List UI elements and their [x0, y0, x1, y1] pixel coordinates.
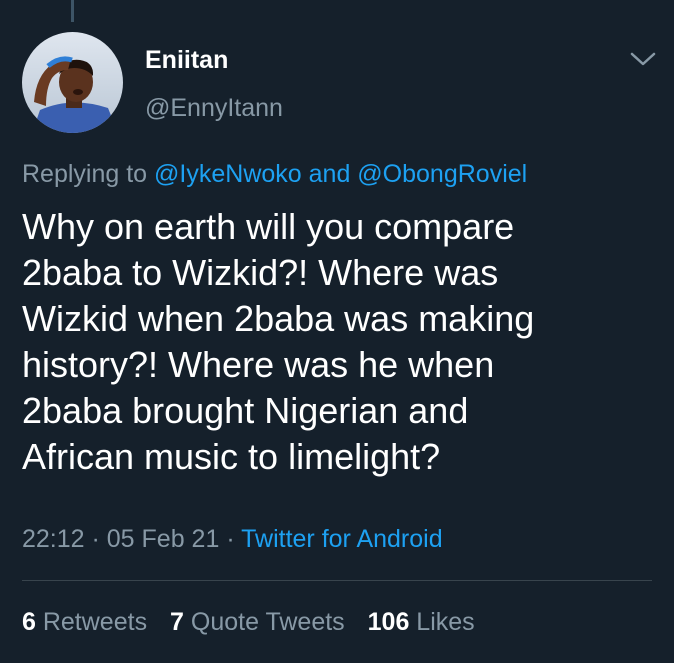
avatar[interactable]: [22, 32, 123, 133]
tweet-date[interactable]: 05 Feb 21: [107, 525, 220, 553]
tweet-source-link[interactable]: Twitter for Android: [241, 525, 442, 553]
replying-to: Replying to @IykeNwoko and @ObongRoviel: [22, 158, 527, 190]
meta-separator: ·: [84, 525, 107, 553]
author-handle[interactable]: @EnnyItann: [145, 93, 283, 123]
quote-tweets-label: Quote Tweets: [183, 608, 345, 636]
quote-tweets-count: 7: [170, 608, 184, 636]
quote-tweets-stat[interactable]: 7 Quote Tweets: [170, 608, 345, 636]
chevron-down-icon: [630, 52, 656, 66]
mention-link-iykenwoko[interactable]: @IykeNwoko: [154, 160, 302, 188]
mention-link-obongroviel[interactable]: @ObongRoviel: [357, 160, 527, 188]
retweets-stat[interactable]: 6 Retweets: [22, 608, 147, 636]
tweet-meta: 22:12 · 05 Feb 21 · Twitter for Android: [22, 523, 443, 555]
author-display-name[interactable]: Eniitan: [145, 45, 228, 75]
likes-count: 106: [367, 608, 410, 636]
likes-stat[interactable]: 106 Likes: [368, 608, 475, 636]
tweet-text-line: African music to limelight?: [22, 436, 441, 477]
meta-separator: ·: [219, 525, 242, 553]
retweets-count: 6: [22, 608, 36, 636]
likes-label: Likes: [409, 608, 475, 636]
thread-connector-line: [71, 0, 74, 22]
tweet-text: Why on earth will you compare 2baba to W…: [22, 204, 652, 480]
tweet-text-line: Why on earth will you compare: [22, 206, 515, 247]
tweet-text-line: Wizkid when 2baba was making: [22, 298, 535, 339]
tweet-time[interactable]: 22:12: [22, 525, 85, 553]
divider: [22, 580, 652, 581]
tweet-text-line: 2baba brought Nigerian and: [22, 390, 469, 431]
tweet-text-line: 2baba to Wizkid?! Where was: [22, 252, 499, 293]
avatar-image: [22, 32, 123, 133]
replying-to-joiner: and: [301, 160, 358, 188]
replying-to-prefix: Replying to: [22, 160, 155, 188]
tweet-stats: 6 Retweets 7 Quote Tweets 106 Likes: [22, 606, 491, 638]
more-menu-button[interactable]: [628, 48, 658, 70]
retweets-label: Retweets: [35, 608, 148, 636]
tweet-text-line: history?! Where was he when: [22, 344, 495, 385]
